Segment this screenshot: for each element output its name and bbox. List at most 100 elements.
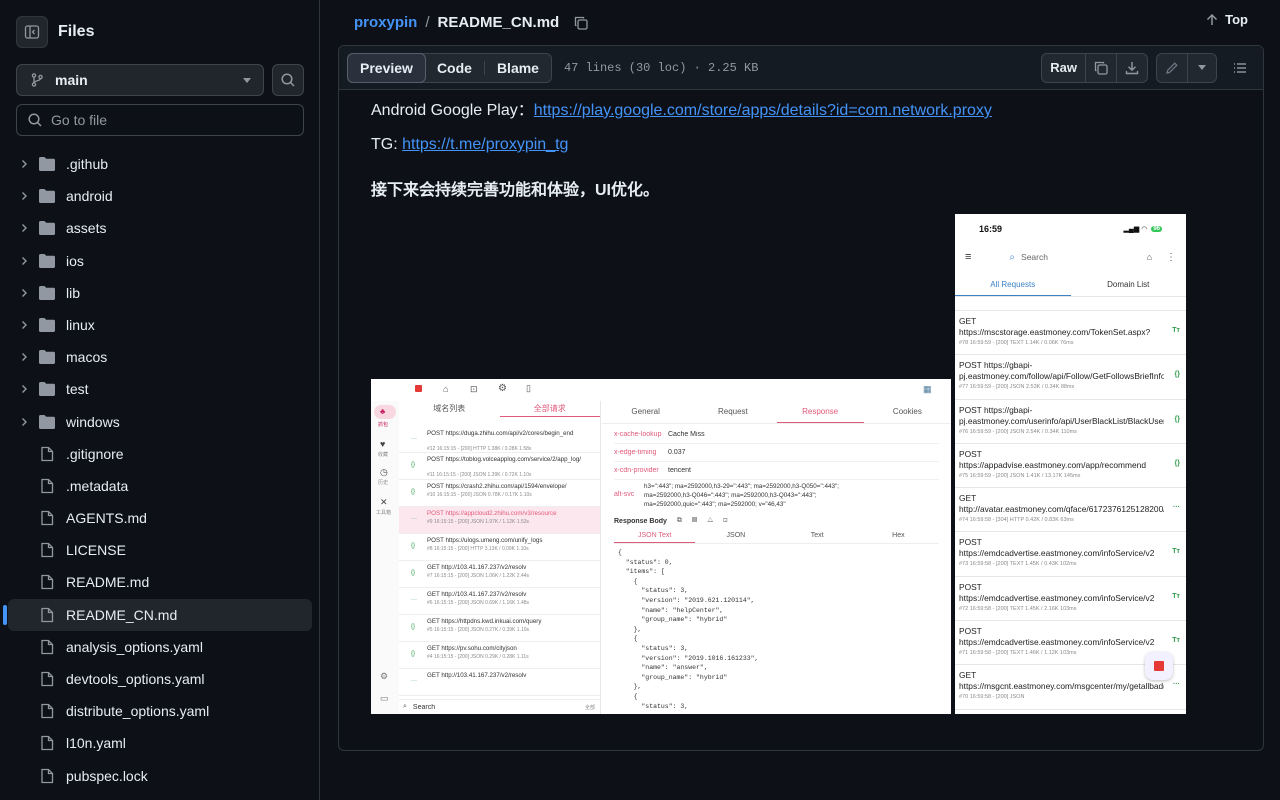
branch-selector[interactable]: main <box>16 64 264 96</box>
file-tree-item-name: .gitignore <box>66 445 124 462</box>
file-tree-folder[interactable]: windows <box>8 406 312 438</box>
go-to-file-input[interactable] <box>51 112 291 128</box>
file-tree-sidebar: Files main .github android assets ios lib lin… <box>0 0 320 800</box>
roadmap-note: 接下来会持续完善功能和体验，UI优化。 <box>371 182 660 199</box>
header-value: tencent <box>668 467 691 474</box>
copy-icon <box>575 16 588 30</box>
file-tree-file[interactable]: analysis_options.yaml <box>8 631 312 663</box>
chevron-right-icon[interactable] <box>16 223 32 233</box>
file-tree-item-name: l10n.yaml <box>66 735 126 752</box>
file-tree-item-name: test <box>66 381 89 398</box>
desktop-request-row: {} POST https://toblog.volceapplog.com/se… <box>399 453 600 480</box>
file-icon <box>38 671 56 687</box>
folder-icon <box>38 156 56 172</box>
response-header-row: x-cdn-provider tencent <box>614 462 939 480</box>
phone-request-row: GET https://mscstorage.eastmoney.com/Tok… <box>955 311 1186 356</box>
code-tab[interactable]: Code <box>425 54 484 82</box>
back-to-top-label: Top <box>1225 12 1248 27</box>
chevron-right-icon[interactable] <box>16 191 32 201</box>
desktop-request-row: {} POST https://ulogs.umeng.com/unify_log… <box>399 534 600 561</box>
edit-file-button[interactable] <box>1157 54 1187 82</box>
file-tree-folder[interactable]: macos <box>8 341 312 373</box>
file-tree-file[interactable]: pubspec.lock <box>8 760 312 792</box>
copy-path-button[interactable] <box>573 15 589 31</box>
status-icon: {} <box>411 624 416 630</box>
chevron-right-icon[interactable] <box>16 417 32 427</box>
file-icon <box>38 478 56 494</box>
file-tree-file[interactable]: devtools_options.yaml <box>8 663 312 695</box>
content-type-tag: {} <box>1174 459 1180 467</box>
header-key: x-cache-lookup <box>614 431 662 438</box>
chevron-right-icon[interactable] <box>16 384 32 394</box>
download-icon <box>1125 61 1139 74</box>
breadcrumb-repo-link[interactable]: proxypin <box>354 14 417 31</box>
file-tree-folder[interactable]: linux <box>8 309 312 341</box>
chevron-right-icon[interactable] <box>16 352 32 362</box>
blame-tab[interactable]: Blame <box>485 54 551 82</box>
file-tree-file[interactable]: README_CN.md <box>3 598 312 631</box>
edit-options-button[interactable] <box>1187 53 1216 82</box>
telegram-link[interactable]: https://t.me/proxypin_tg <box>402 136 568 153</box>
request-meta: #75 16:59:59 - [200] JSON 1.41K / 13.17K… <box>959 472 1081 479</box>
breadcrumb-file-name: README_CN.md <box>437 14 560 31</box>
file-tree-folder[interactable]: test <box>8 373 312 405</box>
file-tree-item-name: .metadata <box>66 477 129 494</box>
chevron-right-icon[interactable] <box>16 256 32 266</box>
outline-button[interactable] <box>1225 53 1255 83</box>
file-tree-folder[interactable]: ios <box>8 245 312 277</box>
back-to-top-button[interactable]: Top <box>1205 12 1248 27</box>
phone-request-row: POST https://emdcadvertise.eastmoney.com… <box>955 532 1186 577</box>
toolbar-actions: Raw <box>1041 52 1255 83</box>
copy-raw-button[interactable] <box>1085 53 1116 82</box>
folder-icon <box>38 349 56 365</box>
request-line: POST https://appadvise.eastmoney.com/app… <box>959 448 1146 470</box>
download-button[interactable] <box>1116 53 1147 82</box>
folder-icon <box>38 285 56 301</box>
google-play-link[interactable]: https://play.google.com/store/apps/detai… <box>534 102 992 119</box>
header-key: x-cdn-provider <box>614 467 659 474</box>
file-tree-file[interactable]: distribute_options.yaml <box>8 695 312 727</box>
chevron-right-icon[interactable] <box>16 320 32 330</box>
desktop-request-row: ··· POST https://duga.zhihu.com/api/v2/co… <box>399 427 600 453</box>
preview-tab[interactable]: Preview <box>347 52 426 83</box>
file-tree-folder[interactable]: android <box>8 180 312 212</box>
status-icon: ··· <box>411 597 417 603</box>
response-body-label: Response Body <box>614 517 667 525</box>
content-type-tag: {} <box>1174 371 1180 379</box>
file-tree-file[interactable]: l10n.yaml <box>8 727 312 759</box>
history-icon: ◷ <box>380 467 388 477</box>
phone-all-requests-tab: All Requests <box>955 274 1071 296</box>
status-icon: {} <box>411 462 416 468</box>
signal-icon: ▂▄▆ ◠ <box>1123 226 1148 233</box>
clean-icon: ⌂ <box>443 384 449 394</box>
response-header-row: x-edge-timing 0.037 <box>614 444 939 462</box>
request-row-partial <box>955 297 1186 311</box>
alt-svc-row: alt-svc h3=":443"; ma=2592000,h3-29=":44… <box>602 480 951 509</box>
request-line: POST https://gbapi-pj.eastmoney.com/user… <box>959 404 1164 426</box>
chevron-right-icon[interactable] <box>16 159 32 169</box>
file-tree-file[interactable]: .metadata <box>8 470 312 502</box>
file-tree-folder[interactable]: .github <box>8 148 312 180</box>
file-tree-item-name: ios <box>66 252 84 269</box>
desktop-search-bar: ⌕ Search 全部 <box>399 699 601 714</box>
collapse-sidebar-button[interactable] <box>16 16 48 48</box>
text-tab: Text <box>810 532 824 539</box>
chevron-right-icon[interactable] <box>16 288 32 298</box>
request-meta: #70 16:59:58 - [200] JSON <box>959 694 1025 701</box>
file-tree-item-name: distribute_options.yaml <box>66 703 210 720</box>
raw-button[interactable]: Raw <box>1042 54 1085 82</box>
file-tree-folder[interactable]: lib <box>8 277 312 309</box>
search-files-button[interactable] <box>272 64 304 96</box>
request-line: GET http://avatar.eastmoney.com/qface/61… <box>959 493 1164 515</box>
desktop-request-rows: ··· POST https://duga.zhihu.com/api/v2/co… <box>399 417 600 696</box>
desktop-request-row: {} GET http://103.41.167.237/v2/resolv #7 … <box>399 561 600 588</box>
battery-level: 96 <box>1151 226 1162 232</box>
branch-name: main <box>55 72 88 88</box>
go-to-file-field[interactable] <box>16 104 304 136</box>
file-tree-file[interactable]: README.md <box>8 566 312 598</box>
file-tree-file[interactable]: AGENTS.md <box>8 502 312 534</box>
file-tree-file[interactable]: LICENSE <box>8 534 312 566</box>
file-tree-folder[interactable]: assets <box>8 212 312 244</box>
file-tree-file[interactable]: .gitignore <box>8 438 312 470</box>
request-tab: Request <box>717 407 748 416</box>
